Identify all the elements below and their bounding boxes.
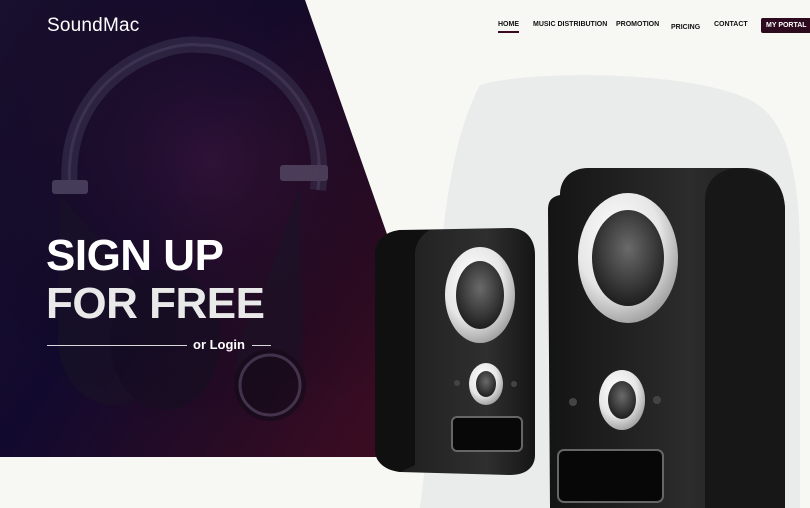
speakers-image xyxy=(360,60,800,508)
nav-home[interactable]: HOME xyxy=(498,21,519,33)
nav-pricing[interactable]: PRICING xyxy=(671,24,700,31)
nav-music-distribution[interactable]: MUSIC DISTRIBUTION xyxy=(533,21,607,28)
page: SoundMac HOME MUSIC DISTRIBUTION PROMOTI… xyxy=(0,0,810,508)
hero-title-line1: SIGN UP xyxy=(46,231,224,280)
divider-right xyxy=(252,345,271,346)
small-speaker xyxy=(375,228,535,475)
large-speaker xyxy=(548,168,785,508)
nav-contact[interactable]: CONTACT xyxy=(714,21,748,28)
my-portal-button[interactable]: MY PORTAL xyxy=(761,18,810,33)
divider-left xyxy=(47,345,187,346)
login-row: or Login xyxy=(47,336,271,354)
main-nav: HOME MUSIC DISTRIBUTION PROMOTION PRICIN… xyxy=(498,18,810,34)
nav-promotion[interactable]: PROMOTION xyxy=(616,21,659,28)
site-logo[interactable]: SoundMac xyxy=(47,15,139,37)
login-link[interactable]: or Login xyxy=(193,337,245,352)
hero-title-line2: FOR FREE xyxy=(46,279,265,328)
hero-title: SIGN UP FOR FREE xyxy=(46,231,265,328)
